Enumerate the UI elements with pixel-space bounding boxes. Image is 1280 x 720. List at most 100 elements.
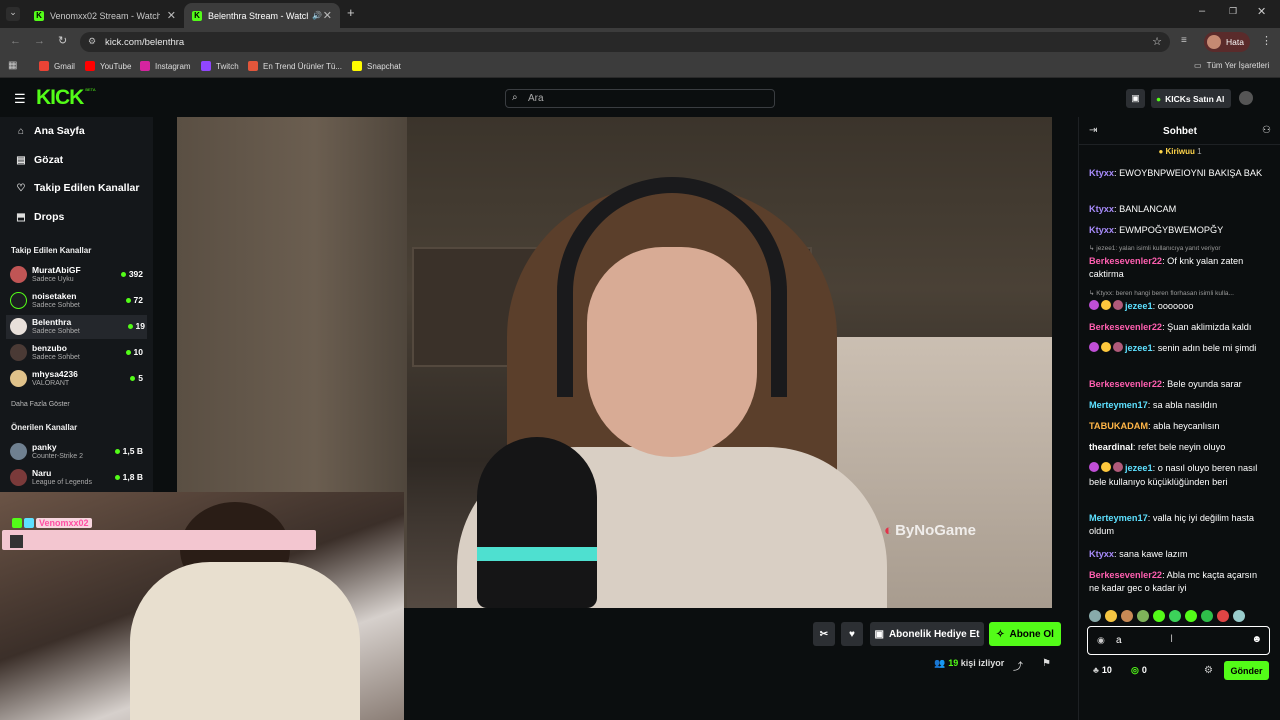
chat-username[interactable]: TABUKADAM <box>1089 421 1148 431</box>
channel-noisetaken[interactable]: noisetaken Sadece Sohbet 72 <box>10 289 145 313</box>
show-more-link[interactable]: Daha Fazla Göster <box>11 401 70 408</box>
cam-person-body <box>130 562 360 720</box>
channel-belenthra[interactable]: Belenthra Sadece Sohbet 19 <box>6 315 147 339</box>
cam-username: Venomxx02 <box>36 518 92 528</box>
mini-player[interactable]: Venomxx02 <box>0 492 404 720</box>
emote-icon[interactable] <box>1185 610 1197 622</box>
nav-drops[interactable]: ⬒ Drops <box>15 211 64 223</box>
chat-username[interactable]: theardinal <box>1089 442 1133 452</box>
tab-venomxx02[interactable]: K Venomxx02 Stream - Watch Live ✕ <box>26 3 184 28</box>
send-button[interactable]: Gönder <box>1224 661 1269 680</box>
all-bookmarks[interactable]: ▭ Tüm Yer İşaretleri <box>1194 61 1269 70</box>
channel-category: Counter-Strike 2 <box>32 453 83 460</box>
channel-naru[interactable]: Naru League of Legends 1,8 B <box>10 466 145 490</box>
site-info-icon[interactable]: ⚙ <box>88 36 96 47</box>
chat-username[interactable]: Berkesevenler22 <box>1089 256 1162 266</box>
emote-icon[interactable] <box>1089 610 1101 622</box>
channel-muratabigf[interactable]: MuratAbiGF Sadece Uyku 392 <box>10 263 145 287</box>
emote-icon[interactable] <box>1153 610 1165 622</box>
avatar <box>10 443 27 460</box>
kick-favicon-icon: K <box>34 10 44 21</box>
media-control-icon[interactable]: ≡ <box>1181 35 1187 46</box>
chat-username[interactable]: Ktyxx <box>1089 225 1114 235</box>
chat-settings-badge-icon[interactable]: ◉ <box>1097 635 1105 646</box>
bookmark-gmail[interactable]: Gmail <box>39 61 75 71</box>
hamburger-menu-icon[interactable]: ☰ <box>14 91 26 107</box>
chat-username[interactable]: jezee1 <box>1125 343 1153 353</box>
reload-icon[interactable]: ↻ <box>58 34 67 47</box>
gear-icon[interactable]: ⚙ <box>1204 665 1213 676</box>
profile-button[interactable]: Hata <box>1204 32 1250 52</box>
window-close-icon[interactable]: ✕ <box>1257 5 1266 18</box>
emote-icon[interactable] <box>1217 610 1229 622</box>
address-bar[interactable]: ⚙ kick.com/belenthra ☆ <box>80 32 1170 52</box>
chat-message: Berkesevenler22: Bele oyunda sarar <box>1089 379 1242 389</box>
forward-icon[interactable]: → <box>34 35 45 47</box>
chat-username[interactable]: Berkesevenler22 <box>1089 379 1162 389</box>
user-avatar[interactable] <box>1239 91 1253 105</box>
follow-button[interactable]: ♥ <box>841 622 863 646</box>
bookmark-twitch[interactable]: Twitch <box>201 61 239 71</box>
chat-username[interactable]: Berkesevenler22 <box>1089 570 1162 580</box>
apps-grid-icon[interactable]: ▦ <box>8 60 17 71</box>
chat-users-icon[interactable]: ⚇ <box>1262 125 1271 136</box>
bookmark-snapchat[interactable]: Snapchat <box>352 61 401 71</box>
bookmark-trend[interactable]: En Trend Ürünler Tü... <box>248 61 342 71</box>
minimize-icon[interactable]: – <box>1199 5 1205 17</box>
new-tab-button[interactable]: + <box>347 5 355 20</box>
nav-home[interactable]: ⌂ Ana Sayfa <box>15 125 85 137</box>
chat-username[interactable]: jezee1 <box>1125 463 1153 473</box>
emote-icon[interactable] <box>1105 610 1117 622</box>
chat-username[interactable]: Ktyxx <box>1089 204 1114 214</box>
speaker-icon[interactable]: 🔊 <box>312 11 322 20</box>
buy-kicks-button[interactable]: ● KICKs Satın Al <box>1151 89 1231 108</box>
gift-sub-button[interactable]: ▣ Abonelik Hediye Et <box>870 622 984 646</box>
chat-username[interactable]: Merteymen17 <box>1089 513 1148 523</box>
emote-icon[interactable] <box>1169 610 1181 622</box>
bynogame-logo-icon: ◐ <box>884 522 894 539</box>
avatar <box>10 292 27 309</box>
bookmark-youtube[interactable]: YouTube <box>85 61 131 71</box>
back-icon[interactable]: ← <box>10 35 21 47</box>
restore-icon[interactable]: ❐ <box>1229 6 1237 17</box>
chat-username[interactable]: jezee1 <box>1125 301 1153 311</box>
channel-benzubo[interactable]: benzubo Sadece Sohbet 10 <box>10 341 145 365</box>
live-dot-icon <box>125 298 131 304</box>
emote-icon[interactable] <box>1137 610 1149 622</box>
emote-icon[interactable] <box>1121 610 1133 622</box>
drops-icon: ⬒ <box>16 211 26 223</box>
channel-mhysa4236[interactable]: mhysa4236 VALORANT 5 <box>10 367 145 391</box>
emote-icon[interactable] <box>1233 610 1245 622</box>
chat-username[interactable]: Ktyxx <box>1089 168 1114 178</box>
channel-panky[interactable]: panky Counter-Strike 2 1,5 B <box>10 440 145 464</box>
emote-icon[interactable] <box>1201 610 1213 622</box>
share-icon[interactable]: ⤴ <box>1013 658 1023 673</box>
chat-username[interactable]: Merteymen17 <box>1089 400 1148 410</box>
menu-dots-icon[interactable]: ⋮ <box>1261 34 1272 47</box>
search-input[interactable]: ⌕ Ara <box>505 89 775 108</box>
bookmark-instagram[interactable]: Instagram <box>140 61 191 71</box>
kick-logo[interactable]: KICK BETA <box>36 87 96 109</box>
subscribe-button[interactable]: ✧ Abone Ol <box>989 622 1061 646</box>
gift-icon[interactable]: ▣ <box>1126 89 1145 108</box>
nav-browse[interactable]: ▤ Gözat <box>15 154 63 166</box>
chat-input[interactable]: ◉ a I ☻ <box>1087 626 1270 655</box>
tab-title: Belenthra Stream - Watch L <box>208 10 308 21</box>
channel-name: MuratAbiGF <box>32 265 81 275</box>
kicks-balance[interactable]: ♣ 10 <box>1093 665 1112 675</box>
bookmark-star-icon[interactable]: ☆ <box>1152 35 1162 48</box>
chat-username[interactable]: Ktyxx <box>1089 549 1114 559</box>
reply-context: ↳ Ktyxx: beren hangi beren florhasan isi… <box>1089 290 1234 297</box>
report-icon[interactable]: ⚑ <box>1042 658 1051 669</box>
close-icon[interactable]: ✕ <box>167 9 176 22</box>
channel-points[interactable]: ◎ 0 <box>1131 665 1147 676</box>
nav-label: Ana Sayfa <box>34 125 85 137</box>
emoji-picker-icon[interactable]: ☻ <box>1251 634 1262 645</box>
chat-username[interactable]: Berkesevenler22 <box>1089 322 1162 332</box>
clip-button[interactable]: ✂ <box>813 622 835 646</box>
nav-following[interactable]: ♡ Takip Edilen Kanallar <box>15 182 140 194</box>
close-icon[interactable]: ✕ <box>323 9 332 22</box>
channel-category: Sadece Sohbet <box>32 354 80 361</box>
tab-search-icon[interactable]: ⌄ <box>6 7 20 21</box>
tab-belenthra[interactable]: K Belenthra Stream - Watch L 🔊 ✕ <box>184 3 340 28</box>
